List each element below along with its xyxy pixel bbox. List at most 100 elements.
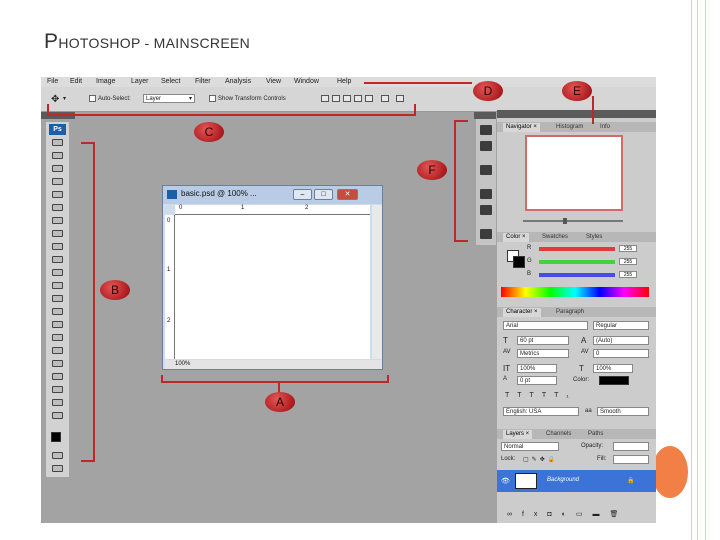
vertical-scrollbar[interactable] bbox=[372, 205, 382, 359]
path-select-tool-icon[interactable] bbox=[52, 347, 63, 354]
distribute-top-icon[interactable] bbox=[381, 95, 389, 102]
type-tool-icon[interactable] bbox=[52, 334, 63, 341]
red-value[interactable]: 255 bbox=[619, 245, 637, 252]
align-top-icon[interactable] bbox=[321, 95, 329, 102]
menu-help[interactable]: Help bbox=[337, 78, 351, 85]
zoom-level[interactable]: 100% bbox=[175, 361, 190, 367]
gradient-tool-icon[interactable] bbox=[52, 282, 63, 289]
leading-field[interactable]: (Auto) bbox=[593, 336, 649, 345]
eyedropper-tool-icon[interactable] bbox=[52, 204, 63, 211]
tools-preset-panel-icon[interactable] bbox=[480, 165, 492, 175]
eraser-tool-icon[interactable] bbox=[52, 269, 63, 276]
menu-edit[interactable]: Edit bbox=[70, 78, 82, 85]
foreground-color-swatch[interactable] bbox=[51, 432, 61, 442]
quick-select-tool-icon[interactable] bbox=[52, 178, 63, 185]
tab-navigator[interactable]: Navigator × bbox=[503, 123, 540, 132]
language-select[interactable]: English: USA bbox=[503, 407, 579, 416]
menu-window[interactable]: Window bbox=[294, 78, 319, 85]
blue-slider[interactable] bbox=[539, 273, 615, 277]
green-value[interactable]: 255 bbox=[619, 258, 637, 265]
blend-mode-select[interactable]: Normal bbox=[501, 442, 559, 451]
notes-tool-icon[interactable] bbox=[52, 373, 63, 380]
tab-paragraph[interactable]: Paragraph bbox=[553, 308, 587, 317]
dodge-tool-icon[interactable] bbox=[52, 308, 63, 315]
auto-select-dropdown[interactable]: Layer ▾ bbox=[143, 94, 195, 103]
auto-select-checkbox[interactable]: Auto-Select: bbox=[89, 95, 131, 102]
navigator-zoom-slider[interactable] bbox=[503, 218, 643, 224]
tab-color[interactable]: Color × bbox=[503, 233, 529, 242]
eye-icon[interactable]: 👁 bbox=[501, 477, 510, 485]
kerning-field[interactable]: Metrics bbox=[517, 349, 569, 358]
move-tool-icon[interactable] bbox=[52, 139, 63, 146]
tab-info[interactable]: Info bbox=[597, 123, 613, 132]
horizontal-scale-field[interactable]: 100% bbox=[593, 364, 633, 373]
menu-analysis[interactable]: Analysis bbox=[225, 78, 251, 85]
quick-mask-icon[interactable] bbox=[52, 452, 63, 459]
eyedropper-3d-icon[interactable] bbox=[52, 386, 63, 393]
lock-icons[interactable]: ▢✎✥🔒 bbox=[523, 456, 558, 463]
layer-footer-icons[interactable]: ∞fx◘◐▭▬🗑 bbox=[507, 510, 628, 518]
brushes-panel-icon[interactable] bbox=[480, 189, 492, 199]
history-brush-icon[interactable] bbox=[52, 256, 63, 263]
zoom-tool-icon[interactable] bbox=[52, 412, 63, 419]
align-left-icon[interactable] bbox=[354, 95, 362, 102]
menu-layer[interactable]: Layer bbox=[131, 78, 149, 85]
align-middle-icon[interactable] bbox=[332, 95, 340, 102]
tab-paths[interactable]: Paths bbox=[585, 430, 606, 439]
maximize-button[interactable]: □ bbox=[314, 189, 333, 200]
tab-histogram[interactable]: Histogram bbox=[553, 123, 586, 132]
tab-character[interactable]: Character × bbox=[503, 308, 541, 317]
layer-row-background[interactable]: 👁 Background 🔒 bbox=[497, 470, 656, 492]
document-canvas[interactable] bbox=[175, 215, 370, 359]
shape-tool-icon[interactable] bbox=[52, 360, 63, 367]
distribute-middle-icon[interactable] bbox=[396, 95, 404, 102]
font-family-select[interactable]: Arial bbox=[503, 321, 588, 330]
document-title-bar[interactable]: basic.psd @ 100% ... – □ ✕ bbox=[163, 186, 382, 204]
tab-styles[interactable]: Styles bbox=[583, 233, 605, 242]
healing-brush-icon[interactable] bbox=[52, 217, 63, 224]
tool-preset-chevron-icon[interactable]: ▾ bbox=[63, 95, 66, 102]
menu-image[interactable]: Image bbox=[96, 78, 115, 85]
fill-field[interactable] bbox=[613, 455, 649, 464]
opacity-field[interactable] bbox=[613, 442, 649, 451]
align-center-icon[interactable] bbox=[365, 95, 373, 102]
close-button[interactable]: ✕ bbox=[337, 189, 358, 200]
color-background-swatch[interactable] bbox=[513, 256, 525, 268]
tracking-field[interactable]: 0 bbox=[593, 349, 649, 358]
blur-tool-icon[interactable] bbox=[52, 295, 63, 302]
navigator-preview[interactable] bbox=[525, 135, 623, 211]
menu-select[interactable]: Select bbox=[161, 78, 180, 85]
vertical-scale-field[interactable]: 100% bbox=[517, 364, 557, 373]
tab-swatches[interactable]: Swatches bbox=[539, 233, 571, 242]
crop-tool-icon[interactable] bbox=[52, 191, 63, 198]
menu-view[interactable]: View bbox=[266, 78, 281, 85]
text-color-swatch[interactable] bbox=[599, 376, 629, 385]
anti-alias-select[interactable]: Smooth bbox=[597, 407, 649, 416]
notes-panel-icon[interactable] bbox=[480, 229, 492, 239]
show-transform-checkbox[interactable]: Show Transform Controls bbox=[209, 95, 286, 102]
font-style-select[interactable]: Regular bbox=[593, 321, 649, 330]
red-slider[interactable] bbox=[539, 247, 615, 251]
align-bottom-icon[interactable] bbox=[343, 95, 351, 102]
color-spectrum-bar[interactable] bbox=[501, 287, 649, 297]
tab-channels[interactable]: Channels bbox=[543, 430, 574, 439]
blue-value[interactable]: 255 bbox=[619, 271, 637, 278]
text-style-buttons[interactable]: TTTTT₁ bbox=[505, 392, 577, 399]
minimize-button[interactable]: – bbox=[293, 189, 312, 200]
history-panel-icon[interactable] bbox=[480, 125, 492, 135]
brush-tool-icon[interactable] bbox=[52, 230, 63, 237]
green-slider[interactable] bbox=[539, 260, 615, 264]
lasso-tool-icon[interactable] bbox=[52, 165, 63, 172]
pen-tool-icon[interactable] bbox=[52, 321, 63, 328]
marquee-tool-icon[interactable] bbox=[52, 152, 63, 159]
tab-layers[interactable]: Layers × bbox=[503, 430, 533, 439]
document-window[interactable]: basic.psd @ 100% ... – □ ✕ 0 1 2 0 1 2 1… bbox=[162, 185, 383, 370]
font-size-field[interactable]: 60 pt bbox=[517, 336, 569, 345]
menu-filter[interactable]: Filter bbox=[195, 78, 211, 85]
baseline-shift-field[interactable]: 0 pt bbox=[517, 376, 557, 385]
screen-mode-icon[interactable] bbox=[52, 465, 63, 472]
actions-panel-icon[interactable] bbox=[480, 141, 492, 151]
clone-source-panel-icon[interactable] bbox=[480, 205, 492, 215]
hand-tool-icon[interactable] bbox=[52, 399, 63, 406]
menu-file[interactable]: File bbox=[47, 78, 58, 85]
